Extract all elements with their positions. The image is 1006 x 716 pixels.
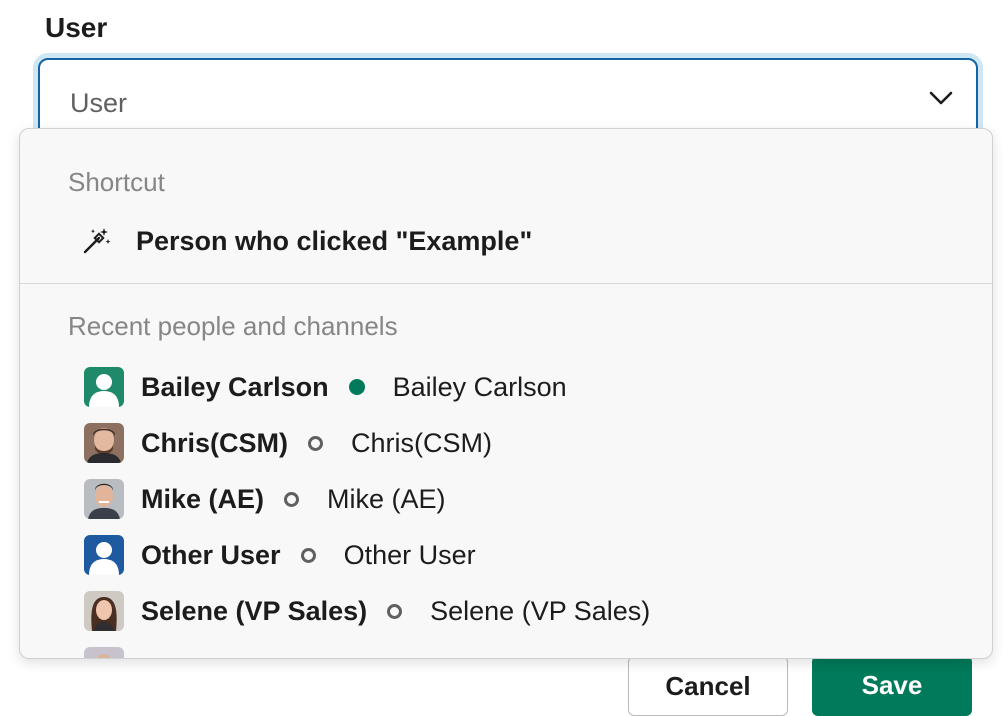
section-divider: [20, 283, 992, 284]
recent-section-header: Recent people and channels: [68, 311, 398, 341]
avatar: [84, 367, 124, 407]
person-option-mike-ae[interactable]: Mike (AE) Mike (AE): [84, 471, 992, 527]
person-handle: Other User: [343, 539, 476, 570]
status-away-icon: [308, 435, 323, 451]
person-name: Mike (AE): [141, 483, 265, 514]
person-name: Chris(CSM): [141, 427, 288, 458]
person-photo-icon: [84, 647, 124, 658]
person-option-bailey-carlson[interactable]: Bailey Carlson Bailey Carlson: [84, 359, 992, 415]
status-active-icon: [348, 379, 365, 395]
person-name: Selene (VP Sales): [141, 595, 368, 626]
default-avatar-blue-icon: [84, 535, 124, 575]
person-name: Bailey Carlson: [141, 371, 329, 402]
avatar: [84, 591, 124, 631]
cancel-button[interactable]: Cancel: [628, 656, 788, 716]
person-handle: Selene (VP Sales): [430, 595, 651, 626]
avatar: [84, 647, 124, 658]
user-field-label: User: [45, 12, 108, 43]
avatar: [84, 535, 124, 575]
chevron-down-icon[interactable]: [928, 88, 954, 108]
status-away-icon: [387, 603, 403, 619]
save-button[interactable]: Save: [812, 656, 972, 716]
user-select-placeholder: User: [70, 88, 128, 118]
person-option-selene-vp-sales[interactable]: Selene (VP Sales) Selene (VP Sales): [84, 583, 992, 639]
person-handle: Chris(CSM): [351, 427, 492, 458]
avatar: [84, 423, 124, 463]
person-handle: Bailey Carlson: [392, 371, 567, 402]
person-option-partial[interactable]: [84, 639, 992, 658]
person-option-chris-csm[interactable]: Chris(CSM) Chris(CSM): [84, 415, 992, 471]
user-dropdown-menu: Shortcut Person who clicked "Example" Re…: [19, 128, 993, 659]
status-away-icon: [284, 491, 300, 507]
magic-wand-icon: [83, 228, 111, 254]
status-away-icon: [300, 547, 316, 563]
person-name: Other User: [141, 539, 281, 570]
person-photo-icon: [84, 479, 124, 519]
shortcut-option-label: Person who clicked "Example": [136, 225, 533, 256]
person-photo-icon: [84, 423, 124, 463]
person-handle: Mike (AE): [327, 483, 446, 514]
person-option-other-user[interactable]: Other User Other User: [84, 527, 992, 583]
shortcut-option[interactable]: Person who clicked "Example": [80, 221, 532, 261]
shortcut-section-header: Shortcut: [68, 167, 165, 197]
default-avatar-green-icon: [84, 367, 124, 407]
avatar: [84, 479, 124, 519]
recent-people-list: Bailey Carlson Bailey Carlson Chris(CSM)…: [84, 359, 992, 658]
person-photo-icon: [84, 591, 124, 631]
